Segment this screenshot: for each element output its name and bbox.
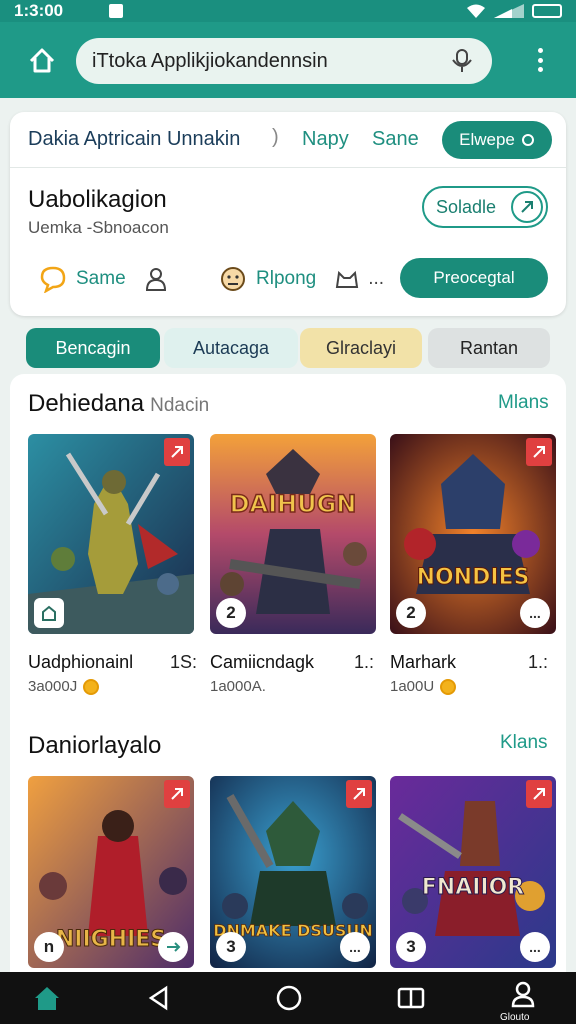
game-meta-text: 3a000J xyxy=(28,678,78,695)
rank-badge: 3 xyxy=(396,932,426,962)
house-badge-icon xyxy=(34,598,64,628)
home-circle-icon[interactable] xyxy=(272,982,306,1014)
artwork-title: DAIHUGN xyxy=(230,490,357,518)
game-meta: 3a000J xyxy=(28,678,100,695)
search-input[interactable]: iTtoka Applikjiokandennsin xyxy=(92,50,448,73)
tab-primary[interactable]: Dakia Aptricain Unnakin xyxy=(28,128,240,151)
tab-secondary[interactable]: Napy xyxy=(302,128,349,151)
action-rlpong-label: Rlpong xyxy=(256,268,317,289)
chip-3[interactable]: Glraclayi xyxy=(300,328,422,368)
section-title: Dehiedana Ndacin xyxy=(28,390,209,418)
flag-icon xyxy=(164,438,190,466)
game-title: Camiicndagk xyxy=(210,652,315,672)
primary-button[interactable]: Preocegtal xyxy=(400,258,548,298)
app-subtitle: Uemka -Sbnoacon xyxy=(28,218,169,237)
flag-icon xyxy=(526,438,552,466)
status-icons xyxy=(466,3,562,19)
chip-4[interactable]: Rantan xyxy=(428,328,550,368)
install-label: Soladle xyxy=(436,196,497,217)
action-same[interactable]: Same xyxy=(38,264,168,294)
home-outline-icon xyxy=(29,48,55,73)
action-more: ... xyxy=(368,268,385,289)
install-button[interactable]: Soladle xyxy=(422,186,548,228)
more-button[interactable]: ... xyxy=(520,932,550,962)
app-card: Dakia Aptricain Unnakin ) Napy Sane Elwe… xyxy=(10,112,566,316)
game-meta: 1a00U xyxy=(390,678,457,695)
action-rlpong[interactable]: Rlpong ... xyxy=(218,264,384,294)
coin-icon xyxy=(440,678,457,695)
search-bar[interactable]: iTtoka Applikjiokandennsin xyxy=(76,38,492,84)
game-meta-text: 1a00U xyxy=(390,678,435,695)
rank-badge: 2 xyxy=(216,598,246,628)
tab-tertiary[interactable]: Sane xyxy=(372,128,419,151)
flag-icon xyxy=(164,780,190,808)
tab-action-button[interactable]: Elwepe xyxy=(442,121,552,159)
arrow-icon xyxy=(511,191,543,223)
more-button[interactable]: ... xyxy=(340,932,370,962)
profile-label: Glouto xyxy=(500,1012,530,1023)
app-name: Uabolikagion xyxy=(28,186,167,213)
tab-action-label: Elwepe xyxy=(459,130,515,149)
game-tile[interactable]: DNMAKE DSUSUN 3 ... xyxy=(210,776,376,968)
more-button[interactable]: ... xyxy=(520,598,550,628)
game-tile[interactable]: NIIGHIES n xyxy=(28,776,194,968)
coin-icon xyxy=(83,678,100,695)
mic-icon[interactable] xyxy=(448,47,476,75)
action-same-label: Same xyxy=(76,268,126,289)
flag-icon xyxy=(526,780,552,808)
section-more-link[interactable]: Mlans xyxy=(498,392,549,414)
game-tile[interactable]: FNAIIOR 3 ... xyxy=(390,776,556,968)
artwork-title: FNAIIOR xyxy=(422,875,525,900)
game-meta: 1a000A. xyxy=(210,678,266,695)
tab-separator: ) xyxy=(272,126,279,148)
section-subtitle: Ndacin xyxy=(150,395,210,416)
game-rank: 1.: xyxy=(354,652,375,672)
share-icon[interactable] xyxy=(158,932,188,962)
bottom-nav-bar: Glouto xyxy=(0,972,576,1024)
refresh-icon xyxy=(521,134,534,146)
section-title-text: Dehiedana xyxy=(28,390,145,417)
back-nav-icon[interactable] xyxy=(142,982,176,1014)
status-time: 1:3:00 xyxy=(14,1,64,20)
chat-icon xyxy=(38,264,68,294)
rank-badge: 3 xyxy=(216,932,246,962)
rank-badge: n xyxy=(34,932,64,962)
section-title-text: Daniorlayalo xyxy=(28,732,162,759)
back-button[interactable] xyxy=(22,40,62,80)
tabs-row: Dakia Aptricain Unnakin ) Napy Sane Elwe… xyxy=(10,112,566,168)
home-icon[interactable] xyxy=(30,982,64,1014)
game-rank: 1S: xyxy=(170,652,198,672)
game-title: Uadphionainl xyxy=(28,652,134,672)
emoji-icon xyxy=(218,264,248,294)
game-title: Marhark xyxy=(390,652,457,672)
list-panel: Dehiedana Ndacin Mlans Uadphionainl 1S: 3… xyxy=(10,374,566,974)
overflow-menu-icon[interactable] xyxy=(526,44,554,76)
person-icon xyxy=(145,268,166,291)
section-more-link[interactable]: Klans xyxy=(500,732,548,754)
game-meta-text: 1a000A. xyxy=(210,678,266,695)
game-rank: 1.: xyxy=(528,652,549,672)
status-bar: 1:3:00 xyxy=(0,0,576,22)
book-icon[interactable] xyxy=(394,982,428,1014)
app-bar: iTtoka Applikjiokandennsin xyxy=(0,22,576,98)
notification-icon xyxy=(109,4,124,18)
section-title: Daniorlayalo xyxy=(28,732,161,760)
profile-icon[interactable] xyxy=(506,978,540,1010)
chip-1[interactable]: Bencagin xyxy=(26,328,160,368)
game-tile[interactable] xyxy=(28,434,194,634)
chip-2[interactable]: Autacaga xyxy=(164,328,298,368)
game-tile[interactable]: NONDIES 2 ... xyxy=(390,434,556,634)
wifi-icon xyxy=(467,4,485,18)
game-tile[interactable]: DAIHUGN 2 xyxy=(210,434,376,634)
actions-row: Same Rlpong ... Preocegtal xyxy=(10,258,566,302)
signal-icon xyxy=(494,4,524,18)
flag-icon xyxy=(346,780,372,808)
battery-icon xyxy=(532,4,562,18)
cat-icon xyxy=(336,270,359,288)
rank-badge: 2 xyxy=(396,598,426,628)
artwork-title: NONDIES xyxy=(417,565,530,590)
artwork-title: NIIGHIES xyxy=(56,927,166,952)
